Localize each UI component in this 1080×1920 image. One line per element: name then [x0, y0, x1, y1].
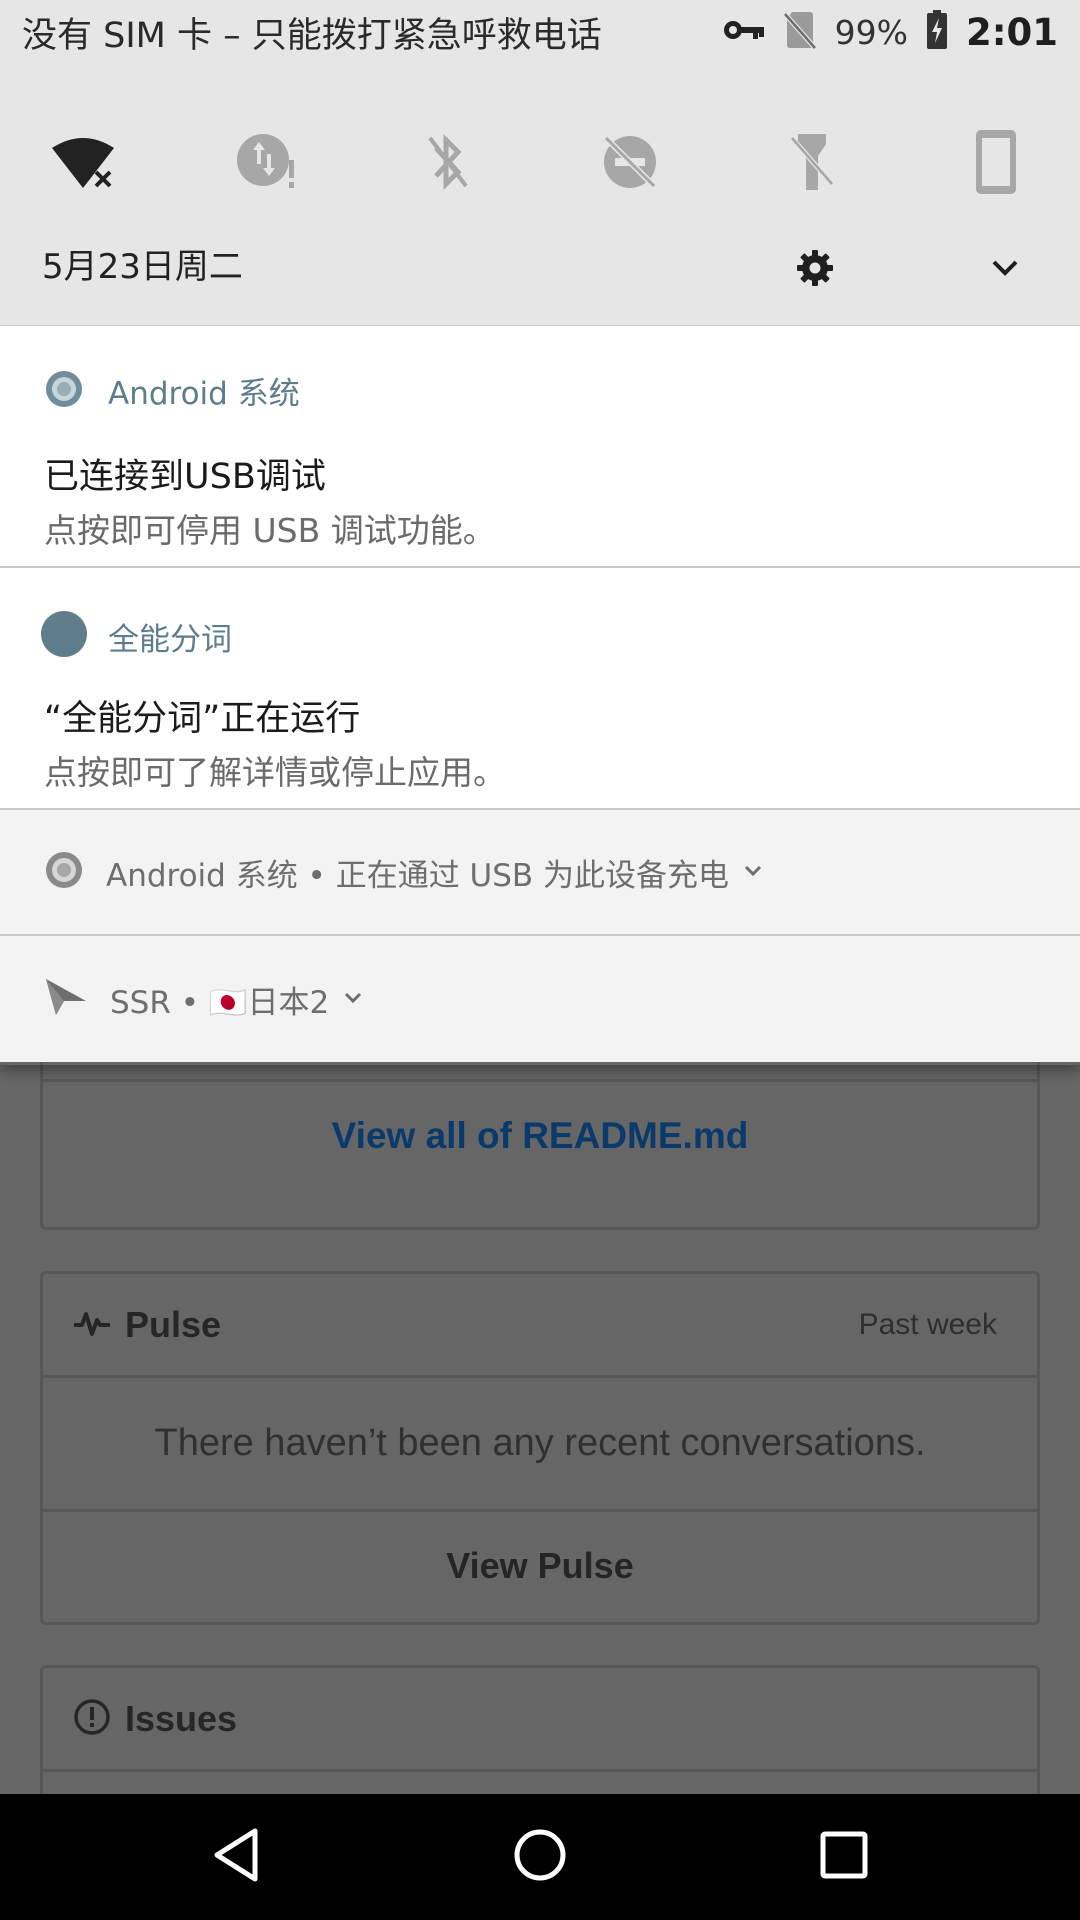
portrait-phone-icon: [974, 128, 1018, 200]
expand-quick-settings-button[interactable]: [975, 240, 1035, 300]
android-system-icon: [44, 850, 84, 894]
notification-body: 点按即可了解详情或停止应用。: [44, 753, 506, 792]
dnd-off-icon: [600, 132, 660, 196]
notification-title: 已连接到USB调试: [44, 457, 326, 497]
mobile-data-tile[interactable]: [207, 104, 327, 224]
pulse-period[interactable]: Past week: [859, 1308, 997, 1342]
recents-square-icon: [819, 1830, 869, 1884]
gear-icon: [796, 249, 834, 291]
android-system-icon: [44, 369, 84, 413]
issues-card: Issues: [40, 1665, 1040, 1794]
pulse-title: Pulse: [125, 1303, 222, 1345]
back-triangle-icon: [211, 1827, 261, 1887]
quick-settings-tiles: [0, 104, 1080, 224]
chevron-down-icon[interactable]: [343, 990, 363, 1009]
app-circle-icon: [41, 610, 88, 662]
status-bar: 没有 SIM 卡 – 只能拨打紧急呼救电话 99% 2:01: [0, 0, 1080, 64]
usb-charging-notification[interactable]: Android 系统 • 正在通过 USB 为此设备充电: [0, 810, 1080, 936]
carrier-text: 没有 SIM 卡 – 只能拨打紧急呼救电话: [22, 15, 602, 56]
no-sim-icon: [782, 10, 817, 54]
data-alert-icon: [235, 130, 299, 198]
view-pulse-button[interactable]: View Pulse: [43, 1509, 1037, 1619]
flashlight-tile[interactable]: [752, 104, 872, 224]
rotation-tile[interactable]: [936, 104, 1056, 224]
bluetooth-tile[interactable]: [388, 104, 508, 224]
battery-charging-icon: [926, 10, 948, 54]
issues-row: [43, 1769, 1037, 1794]
wifi-disconnected-icon: [50, 134, 116, 194]
home-circle-icon: [512, 1827, 568, 1887]
pulse-message: There haven’t been any recent conversati…: [43, 1375, 1037, 1509]
issues-icon: [73, 1698, 111, 1740]
ssr-notification[interactable]: SSR • 🇯🇵日本2: [0, 936, 1080, 1062]
status-icons: 99% 2:01: [723, 10, 1058, 54]
notification-body: 点按即可停用 USB 调试功能。: [44, 511, 496, 550]
notification-app-name: 全能分词: [108, 621, 232, 658]
do-not-disturb-tile[interactable]: [570, 104, 690, 224]
pulse-card: Pulse Past week There haven’t been any r…: [40, 1271, 1040, 1625]
app-running-notification[interactable]: 全能分词 “全能分词”正在运行 点按即可了解详情或停止应用。: [0, 568, 1080, 810]
background-page: View all of README.md Pulse Past week Th…: [0, 1000, 1080, 1794]
back-button[interactable]: [186, 1812, 286, 1902]
wifi-off-tile[interactable]: [23, 104, 143, 224]
vpn-key-icon: [723, 18, 765, 46]
notification-header: Android 系统: [44, 368, 300, 413]
view-readme-link[interactable]: View all of README.md: [332, 1115, 749, 1157]
paper-plane-icon: [44, 977, 88, 1021]
chevron-down-icon: [990, 258, 1020, 282]
notification-header: 全能分词: [41, 610, 232, 662]
navigation-bar: [0, 1794, 1080, 1920]
usb-debugging-notification[interactable]: Android 系统 已连接到USB调试 点按即可停用 USB 调试功能。: [0, 326, 1080, 568]
notification-summary: Android 系统 • 正在通过 USB 为此设备充电: [106, 857, 730, 894]
recents-button[interactable]: [794, 1812, 894, 1902]
date-text[interactable]: 5月23日周二: [42, 239, 243, 288]
battery-percent: 99%: [834, 12, 908, 52]
readme-link-row[interactable]: View all of README.md: [43, 1079, 1037, 1190]
notification-shade: 没有 SIM 卡 – 只能拨打紧急呼救电话 99% 2:01 5月23日周二 A…: [0, 0, 1080, 1065]
issues-title: Issues: [125, 1697, 238, 1739]
quick-settings-panel: 5月23日周二: [0, 64, 1080, 326]
clock: 2:01: [965, 10, 1058, 54]
bluetooth-off-icon: [424, 132, 472, 196]
issues-header: Issues: [43, 1668, 1037, 1769]
notification-title: “全能分词”正在运行: [44, 699, 361, 739]
flashlight-off-icon: [788, 130, 836, 198]
home-button[interactable]: [490, 1812, 590, 1902]
pulse-icon: [73, 1308, 111, 1342]
settings-button[interactable]: [785, 240, 845, 300]
pulse-header: Pulse Past week: [43, 1274, 1037, 1375]
chevron-down-icon[interactable]: [743, 863, 763, 882]
notification-app-name: Android 系统: [108, 376, 300, 412]
notification-summary: SSR • 🇯🇵日本2: [110, 984, 330, 1021]
